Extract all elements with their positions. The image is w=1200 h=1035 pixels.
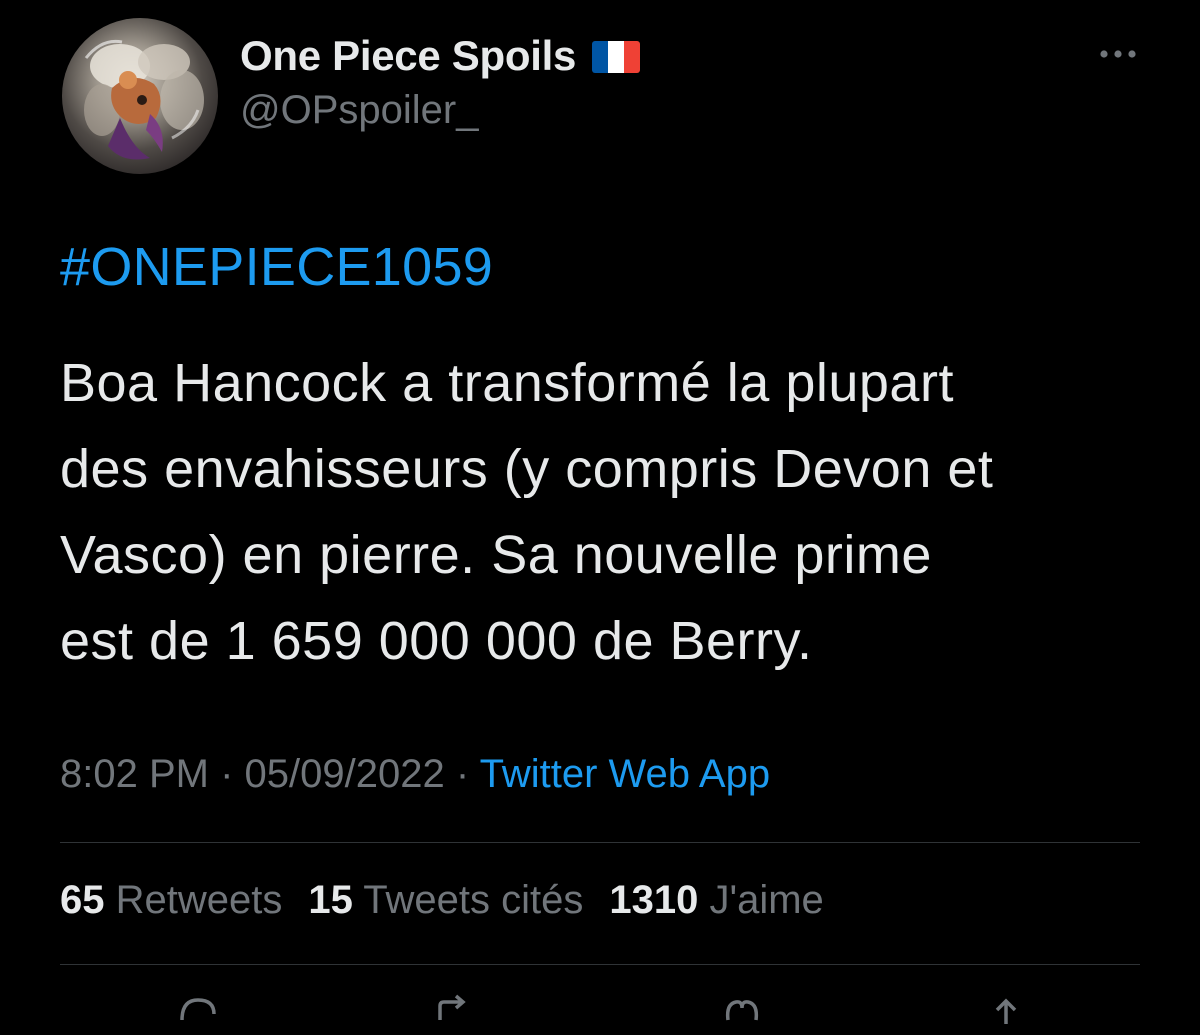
quote-tweets-label: Tweets cités xyxy=(363,878,584,922)
tweet-text: Boa Hancock a transformé la plupart des … xyxy=(60,340,1150,684)
like-icon xyxy=(725,1000,759,1021)
author-name-row: One Piece Spoils xyxy=(240,28,640,84)
quote-tweets-stat[interactable]: 15 Tweets cités xyxy=(308,878,583,923)
retweets-label: Retweets xyxy=(115,878,283,922)
author-display-name[interactable]: One Piece Spoils xyxy=(240,32,576,80)
retweet-button[interactable] xyxy=(426,990,486,1030)
share-icon xyxy=(995,998,1017,1024)
retweets-stat[interactable]: 65 Retweets xyxy=(60,878,282,923)
action-bar xyxy=(0,990,1200,1030)
flag-stripe-red xyxy=(624,41,640,73)
likes-label: J'aime xyxy=(709,878,824,922)
divider xyxy=(60,964,1140,965)
avatar-artwork xyxy=(84,39,204,160)
tweet-text-line: des envahisseurs (y compris Devon et xyxy=(60,439,994,499)
tweet-detail: One Piece Spoils @OPspoiler_ #ONEPIECE10… xyxy=(0,0,1200,1024)
more-icon xyxy=(1100,50,1136,58)
meta-separator: · xyxy=(220,752,234,796)
tweet-metadata: 8:02 PM · 05/09/2022 · Twitter Web App xyxy=(60,752,770,797)
divider xyxy=(60,842,1140,843)
likes-stat[interactable]: 1310 J'aime xyxy=(609,878,823,923)
meta-separator: · xyxy=(455,752,470,796)
more-options-button[interactable] xyxy=(1090,32,1146,76)
hashtag-link[interactable]: #ONEPIECE1059 xyxy=(60,236,493,298)
tweet-time[interactable]: 8:02 PM xyxy=(60,752,209,796)
engagement-stats: 65 Retweets 15 Tweets cités 1310 J'aime xyxy=(60,878,824,923)
france-flag-icon xyxy=(592,41,640,73)
reply-button[interactable] xyxy=(168,990,228,1030)
likes-count: 1310 xyxy=(609,878,699,922)
share-button[interactable] xyxy=(976,990,1036,1030)
tweet-text-line: Boa Hancock a transformé la plupart xyxy=(60,353,954,413)
tweet-text-line: est de 1 659 000 000 de Berry. xyxy=(60,611,813,671)
quote-tweets-count: 15 xyxy=(308,878,353,922)
flag-stripe-blue xyxy=(592,41,608,73)
reply-icon xyxy=(180,998,216,1021)
retweets-count: 65 xyxy=(60,878,105,922)
tweet-date[interactable]: 05/09/2022 xyxy=(245,752,445,796)
tweet-source-link[interactable]: Twitter Web App xyxy=(480,752,771,796)
retweet-icon xyxy=(438,994,466,1020)
avatar[interactable] xyxy=(62,18,218,174)
tweet-text-line: Vasco) en pierre. Sa nouvelle prime xyxy=(60,525,932,585)
flag-stripe-white xyxy=(608,41,624,73)
like-button[interactable] xyxy=(712,990,772,1030)
author-handle[interactable]: @OPspoiler_ xyxy=(240,88,478,133)
